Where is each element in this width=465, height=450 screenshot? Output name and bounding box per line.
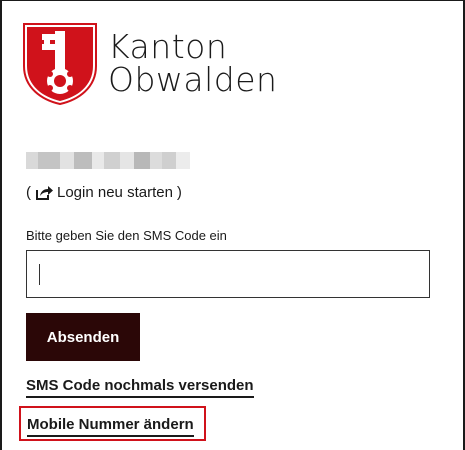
sms-code-label: Bitte geben Sie den SMS Code ein xyxy=(26,228,227,243)
text-caret xyxy=(39,264,40,285)
paren-close: ) xyxy=(176,184,182,201)
change-mobile-number-link[interactable]: Mobile Nummer ändern xyxy=(27,416,194,437)
brand-name: Kanton Obwalden xyxy=(108,30,277,96)
submit-button[interactable]: Absenden xyxy=(26,313,140,361)
share-export-icon[interactable] xyxy=(35,185,53,201)
paren-open: ( xyxy=(26,184,31,201)
obwalden-coat-of-arms-icon xyxy=(22,22,98,106)
brand-line-2: Obwalden xyxy=(108,60,278,99)
restart-login-link[interactable]: Login neu starten xyxy=(57,184,173,201)
change-number-highlight: Mobile Nummer ändern xyxy=(19,406,206,441)
resend-sms-link[interactable]: SMS Code nochmals versenden xyxy=(26,377,254,398)
brand-line-1: Kanton xyxy=(108,27,228,66)
sms-code-input[interactable] xyxy=(26,250,430,298)
restart-login-row: ( Login neu starten ) xyxy=(26,184,182,201)
masked-username xyxy=(26,152,190,169)
